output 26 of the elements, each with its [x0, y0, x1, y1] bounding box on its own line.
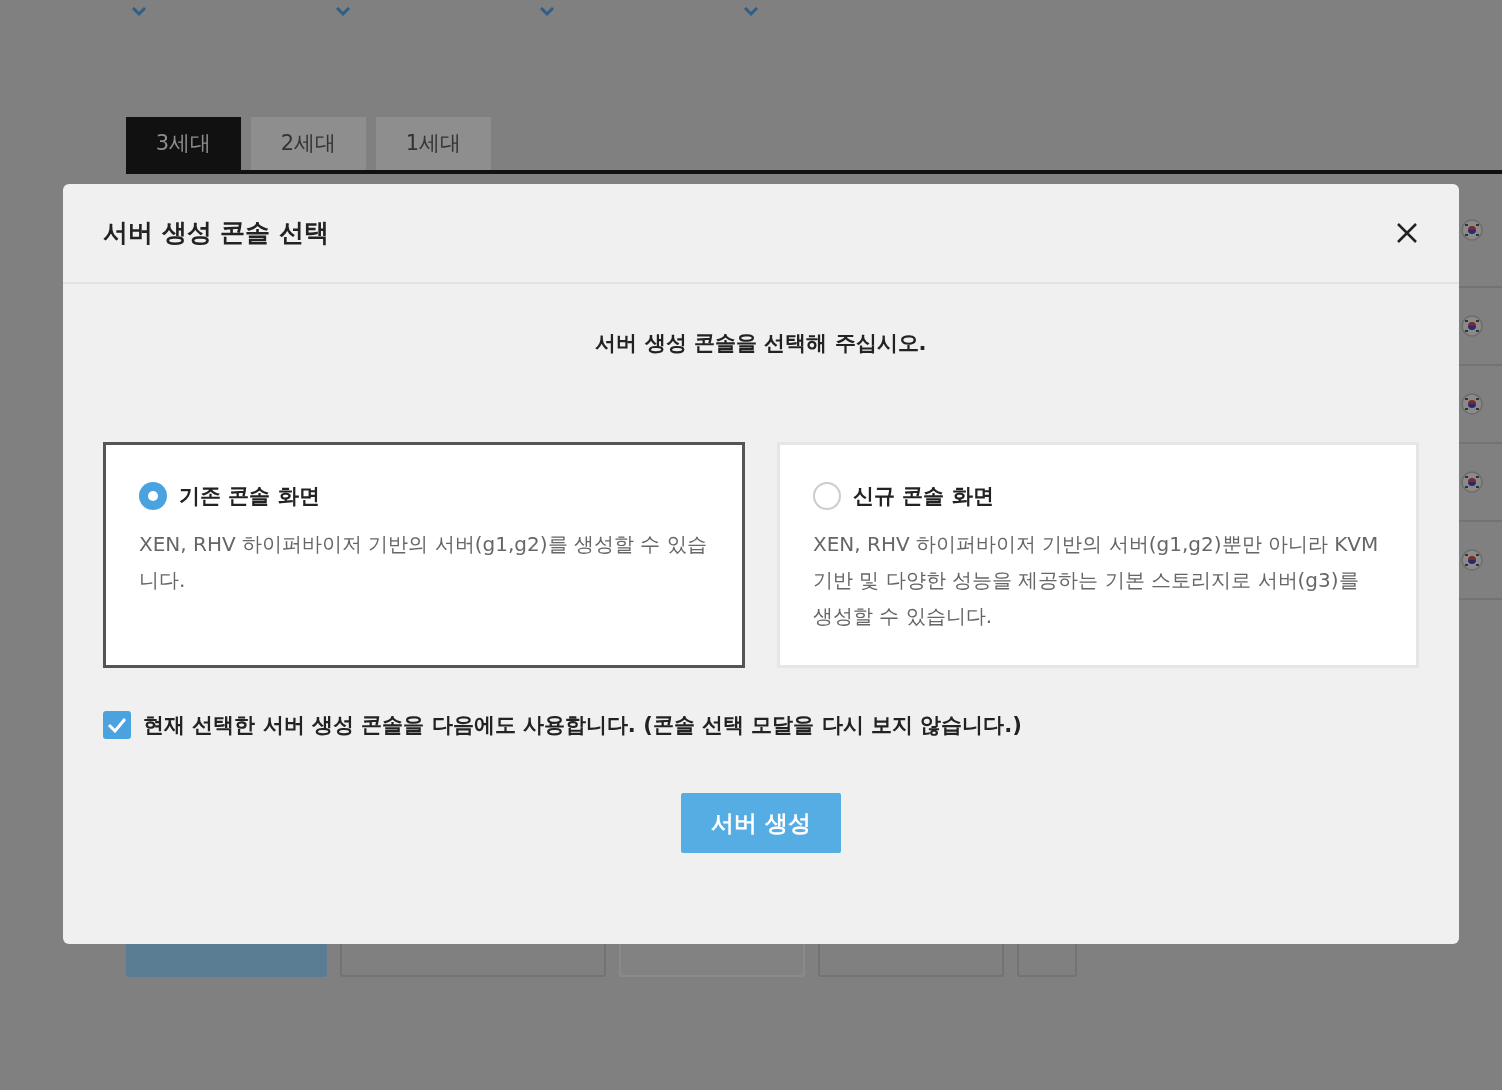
flag-icon [1461, 393, 1483, 415]
flag-icon [1461, 219, 1483, 241]
close-button[interactable] [1395, 221, 1419, 245]
check-icon [336, 6, 350, 17]
generation-tab[interactable]: 1세대 [376, 117, 491, 170]
modal-title: 서버 생성 콘솔 선택 [103, 217, 330, 250]
flag-icon [1461, 471, 1483, 493]
console-option-card[interactable]: 신규 콘솔 화면 XEN, RHV 하이퍼바이저 기반의 서버(g1,g2)뿐만 아니라 KVM 기반 및 다양한 성능을 제공하는 기본 스토리지로 서버(g3)를 생성할 수 있습니다. [777, 441, 1419, 668]
option-title: 기존 콘솔 화면 [179, 482, 320, 510]
option-description: XEN, RHV 하이퍼바이저 기반의 서버(g1,g2)를 생성할 수 있습니다. [139, 531, 708, 594]
check-icon [107, 717, 127, 734]
check-icon [132, 6, 146, 17]
check-icon [744, 6, 758, 17]
checkbox-label: 현재 선택한 서버 생성 콘솔을 다음에도 사용합니다. (콘솔 선택 모달을 다시 보지 않습니다.) [143, 711, 1022, 739]
check-icon [540, 6, 554, 17]
generation-tab[interactable]: 3세대 [126, 117, 241, 170]
radio-button[interactable] [813, 482, 841, 511]
radio-button[interactable] [139, 482, 167, 511]
flag-icon [1461, 315, 1483, 337]
modal-message: 서버 생성 콘솔을 선택해 주십시오. [594, 330, 928, 357]
console-option-card[interactable]: 기존 콘솔 화면 XEN, RHV 하이퍼바이저 기반의 서버(g1,g2)를 생성할 수 있습니다. [103, 441, 745, 668]
generation-tab[interactable]: 2세대 [251, 117, 366, 170]
checkbox[interactable] [103, 711, 131, 740]
flag-icon [1461, 549, 1483, 571]
option-description: XEN, RHV 하이퍼바이저 기반의 서버(g1,g2)뿐만 아니라 KVM 기반 및 다양한 성능을 제공하는 기본 스토리지로 서버(g3)를 생성할 수 있습니다. [813, 531, 1380, 630]
option-title: 신규 콘솔 화면 [853, 482, 994, 510]
